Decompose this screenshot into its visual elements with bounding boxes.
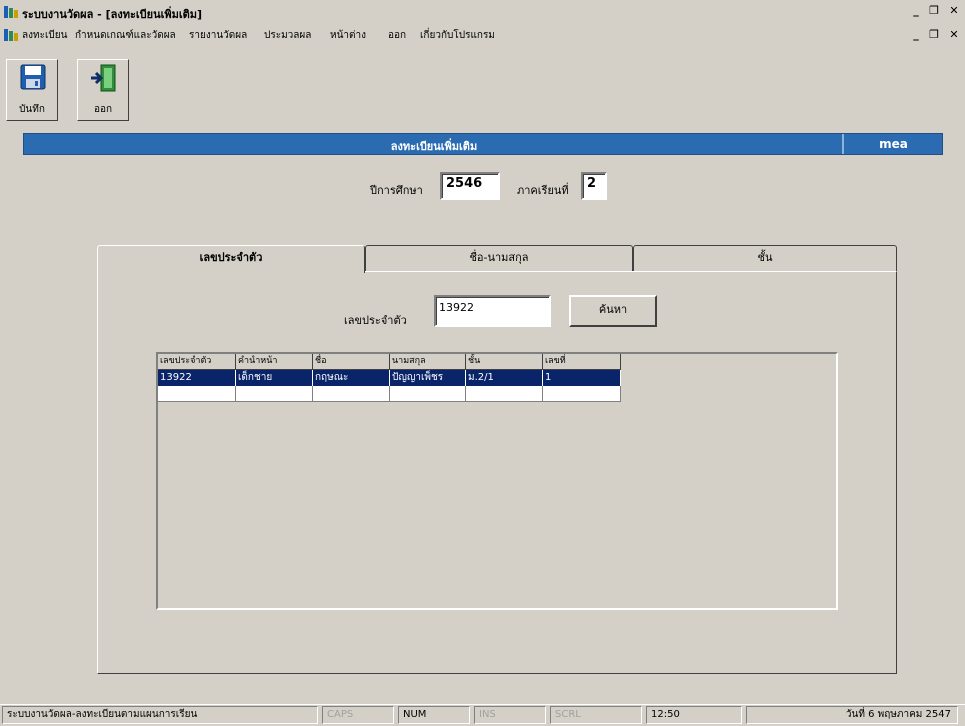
window-title: ระบบงานวัดผล - [ลงทะเบียนเพิ่มเติม] [22,8,203,21]
menu-criteria[interactable]: กำหนดเกณฑ์และวัดผล [75,28,176,43]
menu-window[interactable]: หน้าต่าง [330,28,366,43]
cell-class: ม.2/1 [466,370,543,386]
num-indicator: NUM [398,706,470,724]
scrl-indicator: SCRL [550,706,642,724]
cell-student-id: 13922 [158,370,236,386]
menu-exit[interactable]: ออก [388,28,406,43]
cell-number: 1 [543,370,621,386]
col-class[interactable]: ชั้น [466,354,543,370]
child-restore-icon[interactable]: ❐ [926,28,942,42]
child-close-icon[interactable]: ✕ [946,28,962,42]
student-grid[interactable]: เลขประจำตัว คำนำหน้า ชื่อ นามสกุล ชั้น เ… [156,352,838,610]
menu-reports[interactable]: รายงานวัดผล [189,28,247,43]
floppy-disk-icon [20,64,46,93]
app-icon [4,5,18,19]
col-prefix[interactable]: คำนำหน้า [236,354,313,370]
tab-class[interactable]: ชั้น [633,245,897,271]
close-icon[interactable]: ✕ [946,4,962,18]
menu-about[interactable]: เกี่ยวกับโปรแกรม [420,28,495,43]
empty-cell[interactable] [390,386,466,402]
empty-cell[interactable] [466,386,543,402]
menu-process[interactable]: ประมวลผล [264,28,311,43]
menu-bar: ลงทะเบียน กำหนดเกณฑ์และวัดผล รายงานวัดผล… [0,24,965,46]
exit-button[interactable]: ออก [77,59,129,121]
col-first-name[interactable]: ชื่อ [313,354,390,370]
cell-prefix: เด็กชาย [236,370,313,386]
year-label: ปีการศึกษา [370,184,423,197]
minimize-icon[interactable]: _ [908,4,924,18]
menu-register[interactable]: ลงทะเบียน [22,28,67,43]
student-id-input[interactable] [434,295,551,327]
col-last-name[interactable]: นามสกุล [390,354,466,370]
status-date: วันที่ 6 พฤษภาคม 2547 [746,706,958,724]
form-title: ลงทะเบียนเพิ่มเติม [390,140,478,153]
search-label: เลขประจำตัว [344,314,407,327]
user-name: mea [879,137,908,151]
empty-cell[interactable] [313,386,390,402]
status-message: ระบบงานวัดผล-ลงทะเบียนตามแผนการเรียน [2,706,318,724]
exit-label: ออก [93,104,113,115]
cell-last-name: ปัญญาเพ็ชร [390,370,466,386]
col-student-id[interactable]: เลขประจำตัว [158,354,236,370]
semester-field[interactable]: 2 [581,172,607,200]
year-field[interactable]: 2546 [440,172,500,200]
form-header: ลงทะเบียนเพิ่มเติม mea [23,133,943,155]
tab-name[interactable]: ชื่อ-นามสกุล [365,245,633,271]
child-minimize-icon[interactable]: _ [908,28,924,42]
search-button[interactable]: ค้นหา [569,295,657,327]
child-window-icon[interactable] [4,28,18,45]
empty-cell[interactable] [158,386,236,402]
caps-indicator: CAPS [322,706,394,724]
col-number[interactable]: เลขที่ [543,354,621,370]
tab-student-id[interactable]: เลขประจำตัว [97,245,365,273]
ins-indicator: INS [474,706,546,724]
title-bar: ระบบงานวัดผล - [ลงทะเบียนเพิ่มเติม] _ ❐ … [0,0,965,24]
header-divider [842,134,844,154]
restore-icon[interactable]: ❐ [926,4,942,18]
save-label: บันทึก [19,104,45,115]
empty-cell[interactable] [236,386,313,402]
exit-door-icon [89,63,119,96]
status-time: 12:50 [646,706,742,724]
cell-first-name: กฤษณะ [313,370,390,386]
save-button[interactable]: บันทึก [6,59,58,121]
empty-cell[interactable] [543,386,621,402]
semester-label: ภาคเรียนที่ [517,184,569,197]
